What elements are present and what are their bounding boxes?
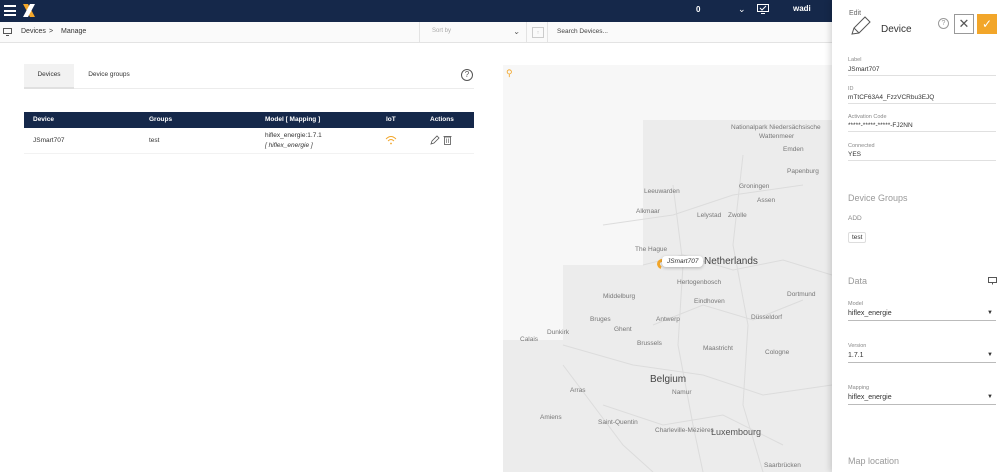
map-label: Saint-Quentin [598,419,638,426]
map-label: Bruges [590,316,611,323]
sort-direction-button[interactable]: ↑ [532,27,544,38]
map-label: Maastricht [703,345,733,352]
tab-devices[interactable]: Devices [24,64,74,89]
monitor-icon[interactable] [757,4,769,14]
devices-icon [3,28,12,36]
close-button[interactable]: ✕ [954,14,974,34]
add-group-input[interactable]: ADD [848,215,862,222]
cell-device: JSmart707 [33,137,65,144]
field-label-label: Label [848,57,862,63]
map-location-title: Map location [848,456,900,466]
map-label: Antwerp [656,316,680,323]
edit-icon[interactable] [430,135,440,145]
map-label: Groningen [739,183,770,190]
tab-device-groups[interactable]: Device groups [76,64,142,89]
data-title: Data [848,276,868,286]
column-iot: IoT [386,116,396,123]
tab-bar: Devices Device groups [24,64,474,89]
trash-icon[interactable] [443,135,452,145]
activation-code-field[interactable]: *****-*****-*****-FJ2NN [848,122,996,132]
table-header: Device Groups Model [ Mapping ] IoT Acti… [24,112,474,128]
app-logo[interactable] [22,3,36,18]
map-label: Zwolle [728,212,747,219]
sort-placeholder: Sort by [432,28,452,34]
map-label: Dunkirk [547,329,570,336]
monitor-icon[interactable] [988,277,997,285]
chevron-down-icon[interactable]: ⌄ [738,4,746,15]
help-icon[interactable]: ? [938,18,949,29]
field-label-connected: Connected [848,143,875,149]
map-label: Luxembourg [711,427,762,437]
map-label: The Hague [635,246,668,253]
map-label: Arras [570,387,586,394]
map-label: Dortmund [787,291,816,298]
map-label: Nationalpark Niedersächsische [731,124,821,131]
map-label: Assen [757,197,776,204]
id-field[interactable]: mTtCF63A4_FzzVCRbu3EJQ [848,94,996,104]
search-input[interactable]: Search Devices... [547,22,832,43]
dropdown-arrow-icon[interactable]: ▼ [987,310,993,316]
map-label: Netherlands [704,256,758,267]
mapping-select[interactable]: hiflex_energie [848,394,996,405]
map-label: Namur [672,389,692,396]
version-label: Version [848,343,867,349]
map-label: Leeuwarden [644,188,680,195]
dropdown-arrow-icon[interactable]: ▼ [987,394,993,400]
map-label: Middelburg [603,293,636,300]
cell-model: hiflex_energie:1.7.1 [265,132,322,139]
column-model[interactable]: Model [ Mapping ] [265,116,320,123]
column-actions: Actions [430,116,454,123]
map-label: Saarbrücken [764,462,801,469]
map-search-icon[interactable]: ⚲ [506,68,513,79]
map-label: Lelystad [697,212,722,219]
map-label: Amiens [540,414,562,421]
version-select[interactable]: 1.7.1 [848,352,996,363]
map-label: Charleville-Mézières [655,427,714,434]
help-icon[interactable]: ? [461,69,473,81]
search-text: Search Devices... [557,28,608,35]
table-row[interactable]: JSmart707 test hiflex_energie:1.7.1 [ hi… [24,128,474,154]
dropdown-arrow-icon[interactable]: ▼ [987,352,993,358]
sort-select[interactable]: Sort by ⌄ [419,22,527,43]
panel-edit-label: Edit [849,10,862,17]
map-marker-popup[interactable]: JSmart707 [662,256,704,267]
map-label: Eindhoven [694,298,725,305]
notification-count[interactable]: 0 [696,5,700,14]
column-device[interactable]: Device [33,116,54,123]
map-label: Papenburg [787,168,819,175]
map-label: Alkmaar [636,208,660,215]
breadcrumb-devices[interactable]: Devices [21,28,46,35]
model-label: Model [848,301,863,307]
breadcrumb-separator: > [49,28,54,35]
map-label: Ghent [614,326,632,333]
pencil-icon [851,16,871,35]
wifi-icon [385,136,397,145]
map-label: Hertogenbosch [677,279,722,286]
map-label: Belgium [650,374,687,385]
menu-icon[interactable] [4,5,16,16]
field-label-id: ID [848,86,854,92]
mapping-label: Mapping [848,385,870,391]
label-field[interactable]: JSmart707 [848,66,996,76]
breadcrumb-manage: Manage [61,28,87,35]
map-label: Cologne [765,349,790,356]
model-select[interactable]: hiflex_energie [848,310,996,321]
map-label: Düsseldorf [751,314,783,321]
device-groups-title: Device Groups [848,193,908,203]
cell-mapping: [ hiflex_energie ] [265,142,313,149]
panel-title: Device [881,24,912,35]
chevron-down-icon: ⌄ [513,27,520,36]
column-groups[interactable]: Groups [149,116,172,123]
connected-field[interactable]: YES [848,151,996,161]
map-label: Wattenmeer [759,133,795,140]
map-label: Calais [520,336,539,343]
group-chip[interactable]: test [848,232,867,243]
save-button[interactable]: ✓ [977,14,997,34]
map-label: Emden [783,146,804,153]
user-name[interactable]: wadi [793,4,811,13]
cell-groups: test [149,137,160,144]
map-label: Brussels [637,340,662,347]
field-label-activation: Activation Code [848,114,887,120]
